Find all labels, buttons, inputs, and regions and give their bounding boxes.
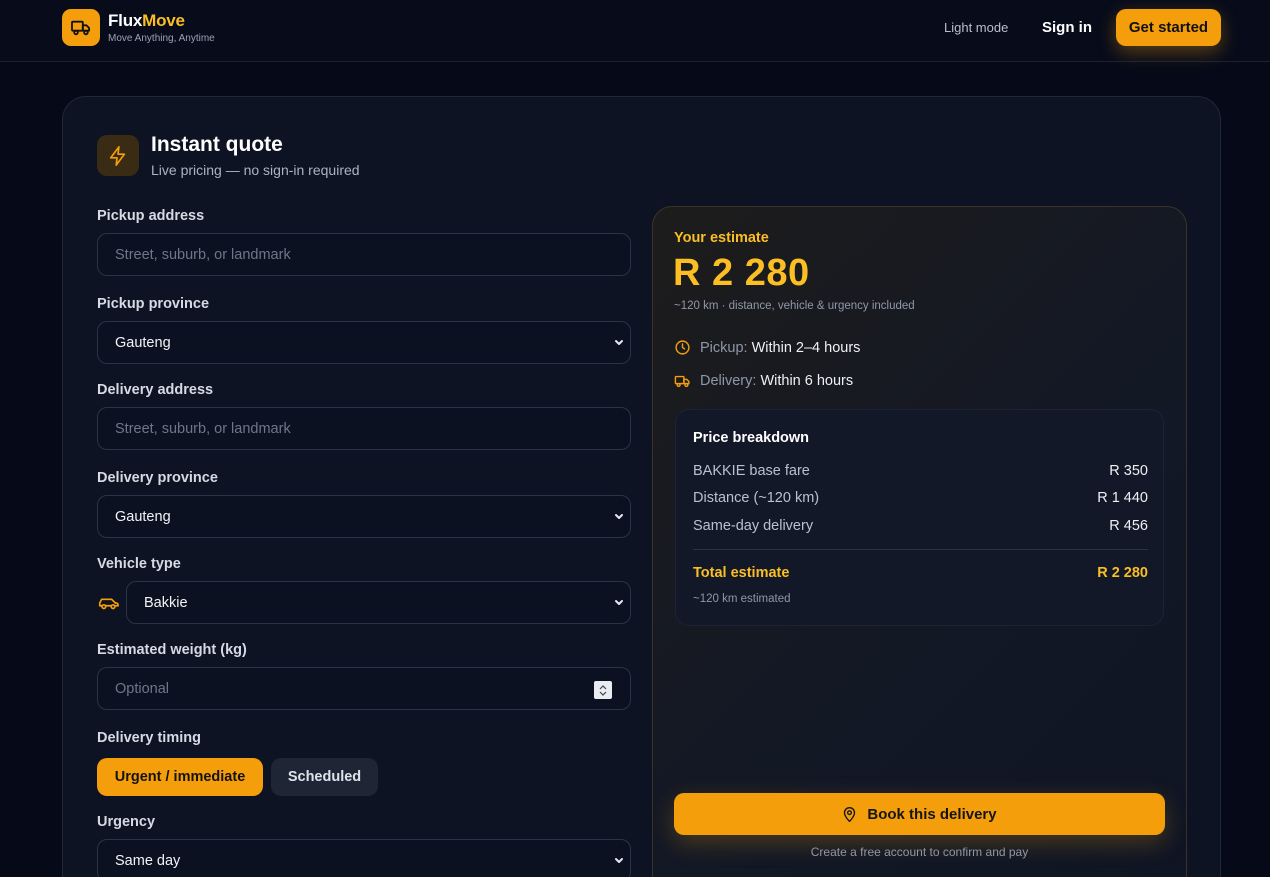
estimate-label: Your estimate <box>674 230 769 246</box>
truck-icon <box>674 375 690 387</box>
car-icon <box>98 598 119 610</box>
breakdown-total-note: ~120 km estimated <box>693 593 791 605</box>
sign-in-link[interactable]: Sign in <box>1042 19 1092 36</box>
pickup-eta-key: Pickup: <box>700 339 748 356</box>
breakdown-row: Same-day delivery R 456 <box>693 518 1148 534</box>
pickup-eta: Pickup: Within 2–4 hours <box>674 339 860 356</box>
pickup-address-label: Pickup address <box>97 208 205 224</box>
breakdown-row-label: Same-day delivery <box>693 518 814 534</box>
breakdown-row: BAKKIE base fare R 350 <box>693 463 1148 479</box>
pickup-province-label: Pickup province <box>97 296 210 312</box>
chevron-up-icon <box>599 684 607 689</box>
weight-label: Estimated weight (kg) <box>97 642 247 658</box>
breakdown-row-label: Distance (~120 km) <box>693 490 820 506</box>
book-delivery-label: Book this delivery <box>867 805 997 823</box>
brand-name: FluxMove <box>108 11 185 31</box>
delivery-province-label: Delivery province <box>97 470 218 486</box>
chevron-down-icon <box>615 858 623 863</box>
delivery-province-value: Gauteng <box>115 508 171 525</box>
chevron-down-icon <box>615 340 623 345</box>
truck-icon <box>71 20 91 35</box>
breakdown-row-label: BAKKIE base fare <box>693 463 810 479</box>
get-started-button[interactable]: Get started <box>1116 9 1221 46</box>
quote-title: Instant quote <box>151 133 283 156</box>
quote-subtitle: Live pricing — no sign-in required <box>151 162 360 178</box>
lightning-icon-box <box>97 135 139 176</box>
breakdown-row: Distance (~120 km) R 1 440 <box>693 490 1148 506</box>
delivery-eta-key: Delivery: <box>700 373 757 389</box>
theme-toggle-link[interactable]: Light mode <box>944 20 1008 35</box>
price-breakdown-title: Price breakdown <box>693 430 810 446</box>
delivery-timing-label: Delivery timing <box>97 730 201 746</box>
weight-input[interactable]: Optional <box>97 667 631 710</box>
vehicle-type-value: Bakkie <box>144 594 188 611</box>
estimate-note: ~120 km · distance, vehicle & urgency in… <box>674 300 915 312</box>
estimate-amount: R 2 280 <box>673 252 810 294</box>
breakdown-total: Total estimate R 2 280 <box>693 565 1148 581</box>
chevron-down-icon <box>615 600 623 605</box>
delivery-eta: Delivery: Within 6 hours <box>674 373 853 389</box>
breakdown-divider <box>693 549 1148 550</box>
chevron-down-icon <box>599 691 607 696</box>
book-note: Create a free account to confirm and pay <box>810 845 1029 859</box>
book-delivery-button[interactable]: Book this delivery <box>674 793 1165 835</box>
price-breakdown: Price breakdown BAKKIE base fare R 350 Di… <box>675 409 1164 626</box>
weight-placeholder: Optional <box>115 680 170 697</box>
pickup-address-input[interactable]: Street, suburb, or landmark <box>97 233 631 276</box>
logo[interactable] <box>62 9 100 46</box>
chevron-down-icon <box>615 514 623 519</box>
clock-icon <box>675 340 690 355</box>
vehicle-type-select[interactable]: Bakkie <box>126 581 631 624</box>
lightning-icon <box>109 145 126 166</box>
delivery-address-label: Delivery address <box>97 382 214 398</box>
delivery-province-select[interactable]: Gauteng <box>97 495 631 538</box>
pickup-eta-value: Within 2–4 hours <box>751 339 861 356</box>
delivery-eta-value: Within 6 hours <box>760 373 854 389</box>
breakdown-total-label: Total estimate <box>693 565 790 581</box>
timing-urgent-button[interactable]: Urgent / immediate <box>97 758 263 796</box>
urgency-value: Same day <box>115 852 181 869</box>
delivery-address-placeholder: Street, suburb, or landmark <box>115 420 291 437</box>
delivery-address-input[interactable]: Street, suburb, or landmark <box>97 407 631 450</box>
breakdown-row-amount: R 456 <box>1109 518 1148 534</box>
brand-name-part1: Flux <box>108 11 143 30</box>
urgency-label: Urgency <box>97 814 156 830</box>
breakdown-row-amount: R 350 <box>1109 463 1148 479</box>
pickup-address-placeholder: Street, suburb, or landmark <box>115 246 291 263</box>
vehicle-type-label: Vehicle type <box>97 556 181 572</box>
pickup-province-value: Gauteng <box>115 334 171 351</box>
brand-name-part2: Move <box>142 11 185 30</box>
brand-tagline: Move Anything, Anytime <box>108 33 215 44</box>
timing-scheduled-button[interactable]: Scheduled <box>271 758 378 796</box>
urgency-select[interactable]: Same day <box>97 839 631 877</box>
breakdown-total-amount: R 2 280 <box>1097 565 1148 581</box>
breakdown-row-amount: R 1 440 <box>1097 490 1148 506</box>
number-stepper[interactable] <box>594 681 612 699</box>
map-pin-icon <box>844 806 856 822</box>
pickup-province-select[interactable]: Gauteng <box>97 321 631 364</box>
